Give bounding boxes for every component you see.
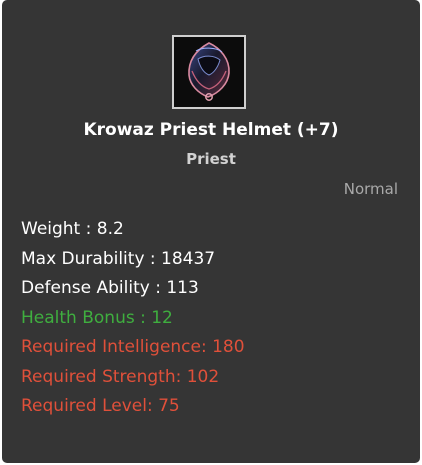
priest-helmet-icon (174, 37, 244, 107)
item-stats: Weight : 8.2 Max Durability : 18437 Defe… (21, 217, 245, 424)
stat-defense-ability: Defense Ability : 113 (21, 278, 199, 298)
item-tooltip: Krowaz Priest Helmet (+7) Priest Normal … (2, 0, 420, 463)
stat-required-strength: Required Strength: 102 (21, 366, 220, 387)
item-class: Priest (186, 150, 236, 168)
stat-health-bonus: Health Bonus : 12 (21, 307, 173, 328)
stat-weight: Weight : 8.2 (21, 219, 124, 239)
stat-required-level: Required Level: 75 (21, 396, 180, 416)
stat-required-intelligence: Required Intelligence: 180 (21, 337, 245, 357)
item-grade: Normal (343, 180, 398, 198)
item-name: Krowaz Priest Helmet (+7) (83, 120, 339, 140)
stat-max-durability: Max Durability : 18437 (21, 248, 216, 269)
item-icon-frame (172, 35, 246, 109)
